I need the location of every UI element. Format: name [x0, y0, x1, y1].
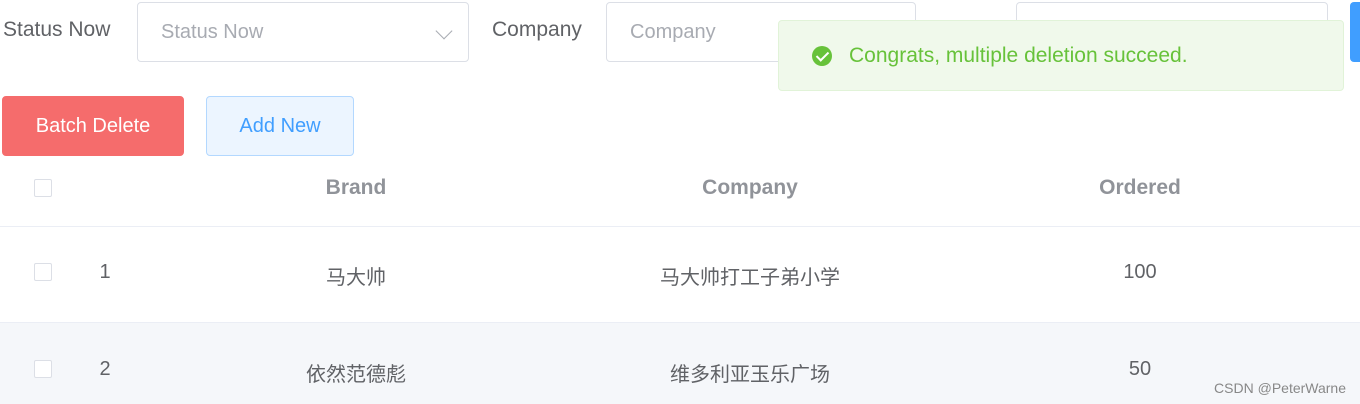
table-header: Brand Company Ordered	[0, 158, 1360, 226]
row-company: 维多利亚玉乐广场	[670, 364, 830, 386]
search-button[interactable]	[1350, 2, 1360, 62]
row-brand: 马大帅	[326, 267, 386, 289]
add-new-button[interactable]: Add New	[206, 96, 354, 156]
row-index: 1	[99, 261, 111, 283]
watermark: CSDN @PeterWarne	[1214, 380, 1346, 396]
company-label: Company	[492, 18, 582, 41]
table-row: 1 马大帅 马大帅打工子弟小学 100	[0, 227, 1360, 322]
chevron-down-icon	[435, 22, 453, 40]
row-ordered: 50	[1128, 358, 1152, 380]
header-ordered: Ordered	[1099, 176, 1181, 199]
row-checkbox[interactable]	[34, 360, 52, 378]
toast-message: Congrats, multiple deletion succeed.	[849, 44, 1188, 67]
row-checkbox[interactable]	[34, 263, 52, 281]
success-toast: Congrats, multiple deletion succeed.	[778, 20, 1344, 91]
row-index: 2	[99, 358, 111, 380]
success-check-icon	[812, 46, 832, 66]
row-company: 马大帅打工子弟小学	[660, 267, 840, 289]
select-all-checkbox[interactable]	[34, 179, 52, 197]
status-label: Status Now	[3, 18, 111, 41]
header-brand: Brand	[325, 176, 387, 199]
row-ordered: 100	[1123, 261, 1157, 283]
company-placeholder: Company	[630, 21, 716, 43]
table-row: 2 依然范德彪 维多利亚玉乐广场 50	[0, 323, 1360, 404]
status-placeholder: Status Now	[161, 21, 264, 43]
row-brand: 依然范德彪	[306, 364, 406, 386]
batch-delete-button[interactable]: Batch Delete	[2, 96, 184, 156]
header-company: Company	[702, 176, 798, 199]
status-select[interactable]: Status Now	[137, 2, 469, 62]
